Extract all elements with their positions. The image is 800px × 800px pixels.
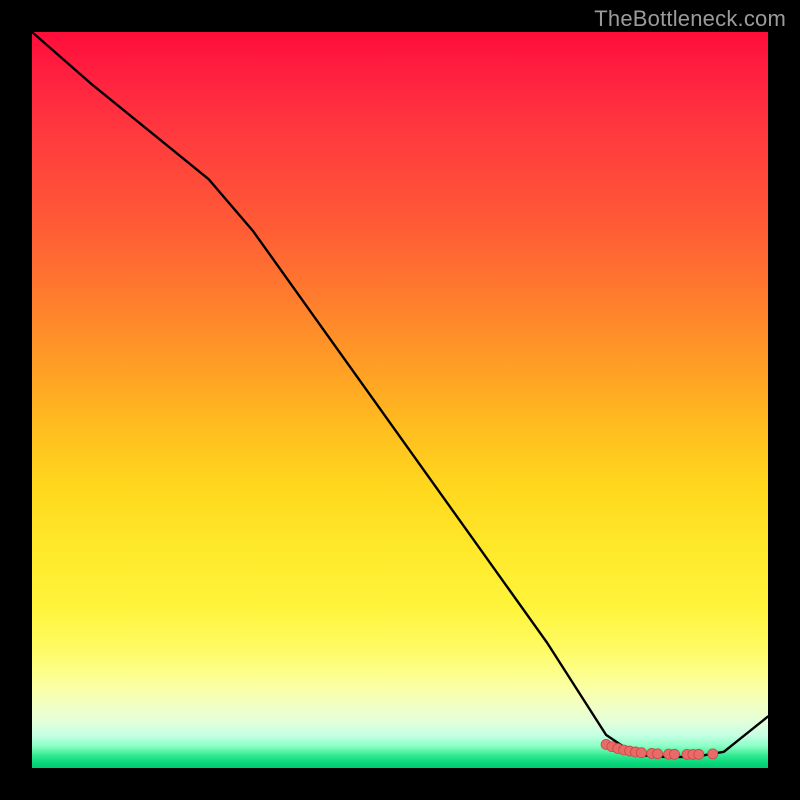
data-marker [636,748,646,758]
data-marker [708,749,718,759]
data-marker [694,749,704,759]
watermark-text: TheBottleneck.com [594,6,786,32]
data-marker [653,749,663,759]
plot-area [32,32,768,768]
chart-svg [32,32,768,768]
chart-frame: TheBottleneck.com [0,0,800,800]
data-marker [670,749,680,759]
curve-line [32,32,768,757]
